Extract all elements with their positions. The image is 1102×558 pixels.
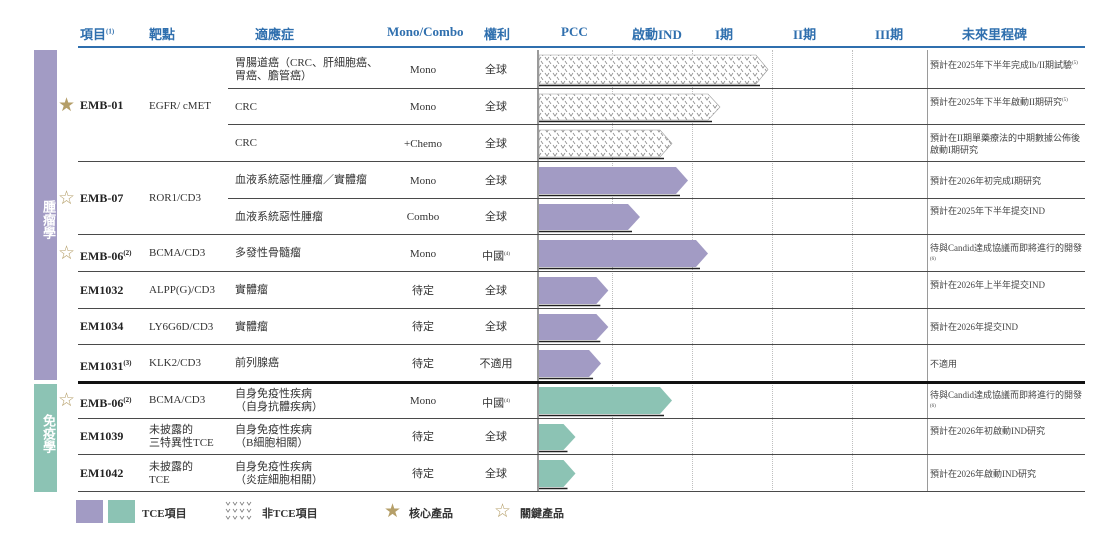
- progress-bar: [539, 314, 609, 340]
- legend-non-tce-label: 非TCE項目: [262, 508, 318, 520]
- progress-bar: [539, 240, 708, 267]
- legend-non-tce-swatch: [225, 501, 253, 521]
- legend-core-star-icon: ★: [384, 501, 402, 522]
- legend-tce-label: TCE項目: [142, 508, 187, 520]
- progress-bar: [538, 54, 769, 85]
- progress-bar: [539, 277, 609, 304]
- pipeline-bars: [538, 54, 769, 490]
- legend-tce-swatch-teal: [108, 500, 135, 523]
- progress-bar: [539, 204, 640, 230]
- legend-key-label: 關鍵產品: [520, 508, 564, 520]
- progress-bar: [539, 387, 672, 414]
- legend-tce-swatch-purple: [76, 500, 103, 523]
- progress-bar: [539, 424, 576, 450]
- legend-core-label: 核心產品: [409, 508, 453, 520]
- progress-bar: [539, 350, 602, 377]
- progress-bar: [539, 167, 688, 194]
- legend-key-star-icon: ☆: [494, 501, 512, 522]
- progress-bar: [538, 129, 673, 158]
- progress-bar: [538, 93, 721, 121]
- progress-bar: [539, 460, 576, 487]
